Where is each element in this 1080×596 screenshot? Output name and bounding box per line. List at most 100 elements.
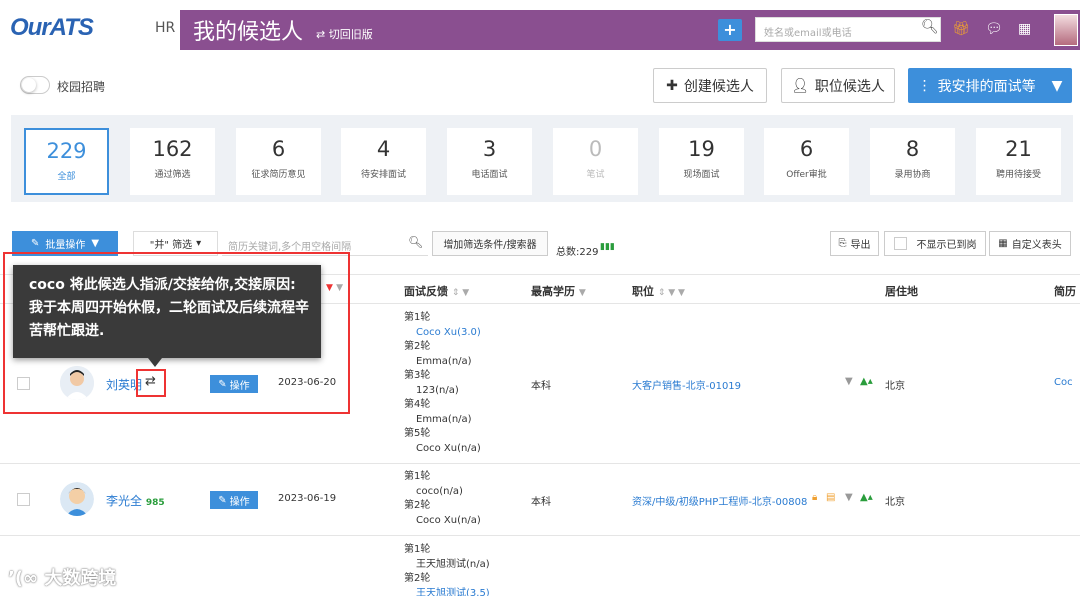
watermark-logo-icon: ʼ(∞ — [8, 568, 45, 589]
switch-old-version-link[interactable]: ⇄ 切回旧版 — [316, 26, 373, 42]
document-icon[interactable]: ▤ — [826, 492, 835, 503]
hide-onboarded-toggle[interactable]: 不显示已到岗 — [884, 231, 986, 256]
column-resume[interactable]: 简历 — [1054, 283, 1076, 299]
stat-count: 6 — [799, 137, 814, 161]
create-candidate-button[interactable]: ✚ 创建候选人 — [653, 68, 767, 103]
filter-icon[interactable]: ▼ — [845, 376, 853, 387]
row-checkbox[interactable] — [17, 493, 30, 506]
stat-count: 3 — [482, 137, 497, 161]
quick-add-button[interactable]: + — [718, 19, 742, 41]
wrench-icon: ✎ — [218, 494, 227, 506]
chart-icon[interactable]: ▲▴ — [860, 492, 873, 503]
feedback-score-link[interactable]: 王天旭测试(3.5) — [404, 587, 490, 596]
total-count: 总数:229 — [556, 247, 599, 258]
stat-count: 0 — [588, 137, 603, 161]
stat-label: Offer审批 — [786, 170, 827, 180]
watermark: ʼ(∞ 大数跨境 — [8, 568, 117, 589]
education-cell: 本科 — [531, 497, 551, 508]
search-icon[interactable]: 🔍︎ — [408, 235, 423, 249]
position-link[interactable]: 大客户销售-北京-01019 — [632, 377, 741, 392]
sort-filter-icon: ⇕ ▼ — [451, 288, 470, 298]
candidate-name[interactable]: 李光全 985 — [106, 492, 165, 509]
stat-card[interactable]: 6 征求简历意见 — [236, 128, 321, 195]
filter-icon[interactable]: ▼ — [845, 492, 853, 503]
feedback-cell: 第1轮 王天旭测试(n/a) 第2轮 王天旭测试(3.5) — [404, 543, 490, 596]
chart-icon[interactable]: ▲▴ — [860, 376, 873, 387]
global-search-input[interactable]: 姓名或email或电话 — [755, 17, 941, 42]
plus-icon: ✚ — [666, 77, 678, 94]
education-cell: 本科 — [531, 381, 551, 392]
resume-link[interactable]: Coc — [1054, 377, 1073, 388]
user-avatar[interactable] — [1054, 14, 1078, 46]
location-cell: 北京 — [885, 497, 905, 508]
filter-icon: ▼ — [578, 288, 586, 298]
sort-filter-icon: ⇕ ▼ ▼ — [657, 288, 685, 298]
caret-down-icon: ▼ — [91, 238, 100, 249]
person-icon: 👤︎ — [791, 77, 809, 94]
stat-card[interactable]: 4 待安排面试 — [341, 128, 426, 195]
search-icon[interactable]: 🔍︎ — [921, 19, 939, 35]
stat-count: 19 — [688, 137, 715, 161]
stat-count: 229 — [46, 139, 87, 163]
stat-label: 聘用待接受 — [995, 170, 1041, 180]
operation-button[interactable]: ✎ 操作 — [210, 491, 258, 509]
stat-card[interactable]: 6 Offer审批 — [764, 128, 849, 195]
gift-icon[interactable]: 🎁︎ — [952, 21, 970, 37]
add-filter-button[interactable]: 增加筛选条件/搜索器 — [432, 231, 548, 256]
my-interviews-dropdown[interactable]: ⋮ 我安排的面试等 ▼ — [908, 68, 1072, 103]
export-icon: ⎘ — [838, 238, 847, 249]
row-divider — [0, 463, 1080, 464]
more-vertical-icon: ⋮ — [917, 77, 932, 94]
grid-icon: ▦ — [998, 238, 1008, 249]
position-candidates-button[interactable]: 👤︎ 职位候选人 — [781, 68, 895, 103]
stat-count: 4 — [376, 137, 391, 161]
stat-count: 6 — [271, 137, 286, 161]
column-location[interactable]: 居住地 — [885, 283, 918, 299]
stat-label: 电话面试 — [471, 170, 508, 180]
icon-highlight-box — [136, 369, 166, 397]
chat-icon[interactable]: 💬︎ — [985, 21, 1003, 37]
swap-icon: ⇄ — [316, 28, 329, 41]
caret-down-icon: ▾ — [196, 238, 202, 249]
date-cell: 2023-06-19 — [278, 493, 337, 504]
stat-label: 征求简历意见 — [251, 170, 306, 180]
stat-label: 笔试 — [586, 170, 605, 180]
stat-count: 162 — [152, 137, 193, 161]
custom-header-button[interactable]: ▦ 自定义表头 — [989, 231, 1071, 256]
lock-icon: 🔒︎ — [812, 492, 818, 503]
stat-label: 通过筛选 — [154, 170, 191, 180]
stat-label: 现场面试 — [683, 170, 720, 180]
column-position[interactable]: 职位 ⇕ ▼ ▼ — [632, 283, 685, 299]
school-tag: 985 — [145, 498, 165, 508]
stat-card[interactable]: 229 全部 — [24, 128, 109, 195]
stat-card[interactable]: 162 通过筛选 — [130, 128, 215, 195]
location-cell: 北京 — [885, 381, 905, 392]
app-logo[interactable]: OurATS — [10, 14, 94, 42]
stat-card[interactable]: 21 聘用待接受 — [976, 128, 1061, 195]
calendar-icon[interactable]: ▦ — [1018, 21, 1031, 37]
role-label[interactable]: HR — [155, 20, 175, 36]
stat-label: 待安排面试 — [360, 170, 406, 180]
campus-toggle[interactable] — [20, 76, 50, 94]
column-education[interactable]: 最高学历 ▼ — [531, 283, 586, 299]
highlight-box — [3, 252, 350, 414]
caret-down-icon: ▼ — [1051, 77, 1063, 94]
feedback-cell: 第1轮 Coco Xu(3.0) 第2轮 Emma(n/a) 第3轮 123(n/a)… — [404, 312, 481, 454]
stat-card[interactable]: 8 录用协商 — [870, 128, 955, 195]
stat-card[interactable]: 0 笔试 — [553, 128, 638, 195]
header-banner — [180, 10, 1080, 50]
candidate-avatar — [60, 482, 94, 516]
bar-chart-icon[interactable]: ▮▮▮ — [600, 242, 615, 252]
checkbox[interactable] — [893, 237, 907, 250]
feedback-score-link[interactable]: Coco Xu(3.0) — [404, 326, 481, 341]
stat-card[interactable]: 3 电话面试 — [447, 128, 532, 195]
export-button[interactable]: ⎘ 导出 — [830, 231, 879, 256]
feedback-cell: 第1轮 coco(n/a) 第2轮 Coco Xu(n/a) — [404, 471, 481, 526]
stat-count: 21 — [1005, 137, 1032, 161]
campus-label: 校园招聘 — [57, 80, 106, 94]
position-link[interactable]: 资深/中级/初级PHP工程师-北京-00808 — [632, 493, 807, 508]
stat-card[interactable]: 19 现场面试 — [659, 128, 744, 195]
row-divider — [0, 535, 1080, 536]
stat-count: 8 — [905, 137, 920, 161]
column-feedback[interactable]: 面试反馈 ⇕ ▼ — [404, 283, 469, 299]
